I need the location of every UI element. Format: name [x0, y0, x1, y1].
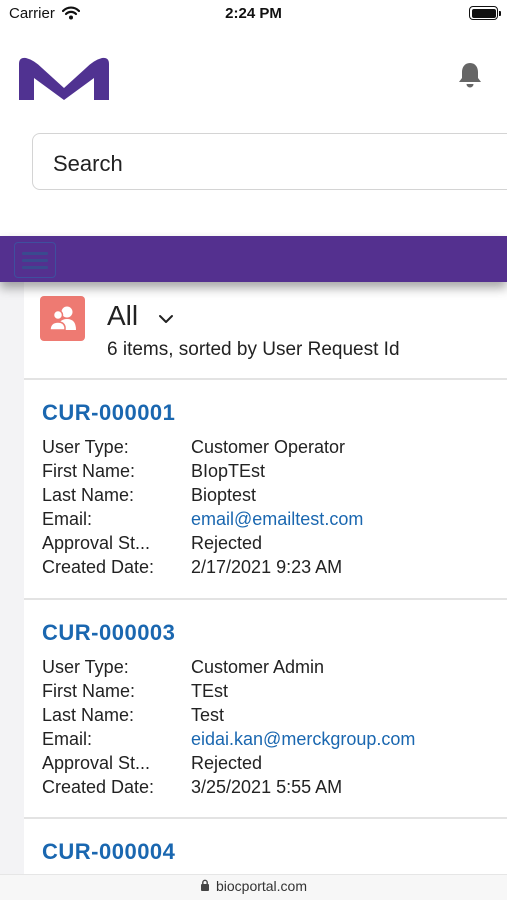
status-time: 2:24 PM — [225, 5, 282, 22]
field-label: First Name: — [42, 461, 136, 481]
url-text: biocportal.com — [215, 878, 308, 894]
list-view-subtitle: 6 items, sorted by User Request Id — [107, 339, 400, 360]
email-link[interactable]: email@emailtest.com — [191, 509, 363, 530]
field-label: Created Date: — [42, 777, 155, 797]
field-value: BIopTEst — [191, 461, 266, 481]
record-card[interactable]: CUR-000004 — [24, 819, 507, 874]
record-id-link[interactable]: CUR-000001 — [42, 400, 175, 426]
field-value: Test — [191, 705, 225, 725]
field-value: Bioptest — [191, 485, 257, 505]
nav-bar — [0, 236, 507, 282]
hamburger-menu-icon[interactable] — [14, 242, 56, 278]
field-value: Rejected — [191, 753, 263, 773]
record-id-link[interactable]: CUR-000003 — [42, 620, 175, 646]
field-label: First Name: — [42, 681, 136, 701]
field-label: Created Date: — [42, 557, 155, 577]
field-label: User Type: — [42, 437, 129, 457]
field-label: User Type: — [42, 657, 129, 677]
status-bar: Carrier 2:24 PM — [0, 0, 507, 30]
record-id-link[interactable]: CUR-000004 — [42, 839, 175, 865]
list-view-header: All 6 items, sorted by User Request Id — [24, 282, 507, 380]
battery-icon — [469, 6, 501, 20]
field-value: 3/25/2021 5:55 AM — [191, 777, 343, 797]
field-value: Customer Operator — [191, 437, 346, 457]
merck-m-logo[interactable] — [16, 54, 112, 107]
bell-icon[interactable] — [456, 60, 484, 95]
list-view-title[interactable]: All — [107, 300, 138, 332]
field-label: Email: — [42, 509, 93, 529]
field-value: TEst — [191, 681, 229, 701]
field-value: Rejected — [191, 533, 263, 553]
field-label: Last Name: — [42, 705, 135, 725]
field-value: Customer Admin — [191, 657, 325, 677]
field-label: Approval St... — [42, 753, 151, 773]
email-link[interactable]: eidai.kan@merckgroup.com — [191, 729, 415, 750]
content-area: All 6 items, sorted by User Request Id C… — [0, 282, 507, 874]
field-value: 2/17/2021 9:23 AM — [191, 557, 343, 577]
search-text: Search — [53, 151, 123, 176]
browser-url-bar[interactable]: biocportal.com — [0, 874, 507, 900]
list-panel: All 6 items, sorted by User Request Id C… — [24, 282, 507, 874]
record-card[interactable]: CUR-000003 User Type: Customer Admin Fir… — [24, 600, 507, 819]
field-label: Last Name: — [42, 485, 135, 505]
field-label: Email: — [42, 729, 93, 749]
users-object-icon — [40, 296, 85, 341]
chevron-down-icon[interactable] — [158, 311, 174, 329]
lock-icon — [200, 878, 210, 894]
record-card[interactable]: CUR-000001 User Type: Customer Operator … — [24, 380, 507, 600]
field-label: Approval St... — [42, 533, 151, 553]
search-input[interactable]: Search — [32, 133, 507, 190]
